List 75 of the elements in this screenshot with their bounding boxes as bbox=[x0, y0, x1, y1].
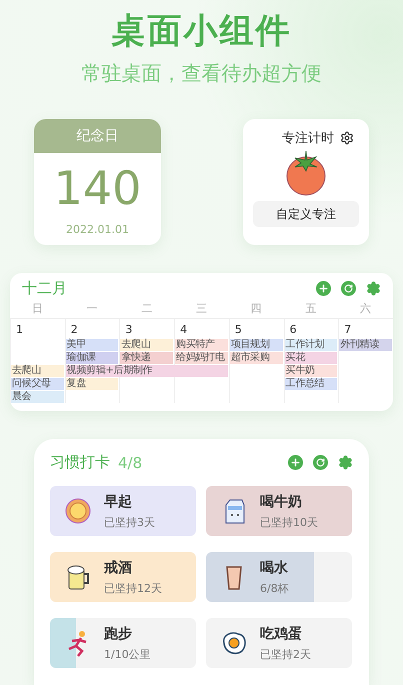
calendar-event[interactable]: 美甲 bbox=[66, 339, 118, 351]
add-button[interactable] bbox=[316, 281, 331, 296]
runner-icon bbox=[68, 631, 88, 657]
anniversary-date: 2022.01.01 bbox=[66, 223, 129, 236]
plus-icon bbox=[318, 283, 329, 294]
calendar-event[interactable]: 买花 bbox=[284, 352, 338, 364]
weekday-label: 六 bbox=[359, 301, 372, 317]
calendar-event[interactable]: 项目规划 bbox=[230, 339, 283, 351]
calendar-event[interactable]: 晨会 bbox=[11, 391, 64, 403]
calendar-event[interactable]: 购买特产 bbox=[175, 339, 228, 351]
calendar-event[interactable]: 外刊精读 bbox=[339, 339, 392, 351]
calendar-event[interactable]: 工作总结 bbox=[284, 378, 338, 390]
weekday-label: 四 bbox=[250, 301, 263, 317]
calendar-event[interactable]: 问候父母 bbox=[11, 378, 64, 390]
habit-name: 早起 bbox=[104, 492, 133, 510]
weekday-label: 三 bbox=[194, 301, 208, 317]
habit-tile[interactable]: 喝牛奶 已坚持10天 bbox=[206, 486, 352, 536]
calendar-event[interactable]: 视频剪辑+后期制作 bbox=[66, 365, 228, 377]
habit-tile[interactable]: 喝水 6/8杯 bbox=[206, 552, 352, 602]
calendar-event[interactable]: 拿快递 bbox=[120, 352, 174, 364]
weekday-label: 一 bbox=[86, 301, 99, 317]
custom-focus-button[interactable]: 自定义专注 bbox=[253, 201, 359, 227]
habit-note: 已坚持12天 bbox=[104, 580, 162, 596]
weekday-label: 日 bbox=[30, 301, 44, 317]
habit-tile[interactable]: 吃鸡蛋 已坚持2天 bbox=[206, 618, 352, 668]
date-number: 1 bbox=[15, 322, 23, 338]
calendar-event[interactable]: 复盘 bbox=[66, 378, 118, 390]
refresh-button[interactable] bbox=[313, 455, 328, 470]
sun-icon bbox=[66, 498, 90, 524]
habit-tile[interactable]: 跑步 1/10公里 bbox=[50, 618, 196, 668]
calendar-event[interactable]: 瑜伽课 bbox=[66, 352, 118, 364]
habit-note: 已坚持3天 bbox=[104, 514, 155, 530]
calendar-event[interactable]: 给妈妈打电 bbox=[175, 352, 228, 364]
habit-note: 1/10公里 bbox=[104, 646, 151, 662]
habit-tile[interactable]: 早起 已坚持3天 bbox=[50, 486, 196, 536]
anniversary-label: 纪念日 bbox=[34, 119, 161, 153]
habit-name: 喝水 bbox=[260, 558, 289, 576]
habit-name: 吃鸡蛋 bbox=[260, 624, 303, 642]
date-number: 3 bbox=[124, 322, 132, 338]
day-count: 140 bbox=[54, 161, 142, 215]
add-button[interactable] bbox=[288, 455, 303, 470]
settings-icon[interactable] bbox=[340, 131, 354, 145]
date-number: 6 bbox=[288, 322, 297, 338]
habit-tile[interactable]: 戒酒 已坚持12天 bbox=[50, 552, 196, 602]
habit-note: 6/8杯 bbox=[260, 580, 289, 596]
calendar-event[interactable]: 买牛奶 bbox=[284, 365, 338, 377]
refresh-button[interactable] bbox=[341, 281, 356, 296]
date-number: 5 bbox=[234, 322, 242, 338]
date-number: 2 bbox=[70, 322, 78, 338]
refresh-icon bbox=[344, 284, 353, 293]
calendar-event[interactable]: 工作计划 bbox=[284, 339, 338, 351]
habit-name: 戒酒 bbox=[104, 558, 133, 576]
calendar-event[interactable]: 去爬山 bbox=[11, 365, 64, 377]
page-title: 桌面小组件 bbox=[112, 10, 292, 53]
habit-count: 4/8 bbox=[118, 454, 144, 472]
habit-name: 喝牛奶 bbox=[260, 492, 303, 510]
glass-icon bbox=[226, 566, 242, 590]
refresh-icon bbox=[316, 458, 325, 467]
fried-egg-icon bbox=[223, 632, 246, 654]
plus-icon bbox=[290, 457, 301, 468]
calendar-event[interactable]: 去爬山 bbox=[120, 339, 174, 351]
habit-title: 习惯打卡 bbox=[50, 453, 110, 472]
date-number: 4 bbox=[179, 322, 188, 338]
page-subtitle: 常驻桌面，查看待办超方便 bbox=[82, 60, 322, 87]
habit-note: 已坚持10天 bbox=[260, 514, 318, 530]
month-title: 十二月 bbox=[22, 279, 68, 298]
habit-note: 已坚持2天 bbox=[260, 646, 311, 662]
habit-name: 跑步 bbox=[104, 624, 133, 642]
date-number: 7 bbox=[343, 322, 352, 338]
weekday-label: 五 bbox=[304, 301, 318, 317]
weekday-label: 二 bbox=[140, 301, 154, 317]
focus-title: 专注计时 bbox=[282, 130, 334, 147]
beer-mug-icon bbox=[68, 566, 89, 590]
calendar-event[interactable]: 超市采购 bbox=[230, 352, 283, 364]
milk-carton-icon bbox=[226, 500, 244, 524]
